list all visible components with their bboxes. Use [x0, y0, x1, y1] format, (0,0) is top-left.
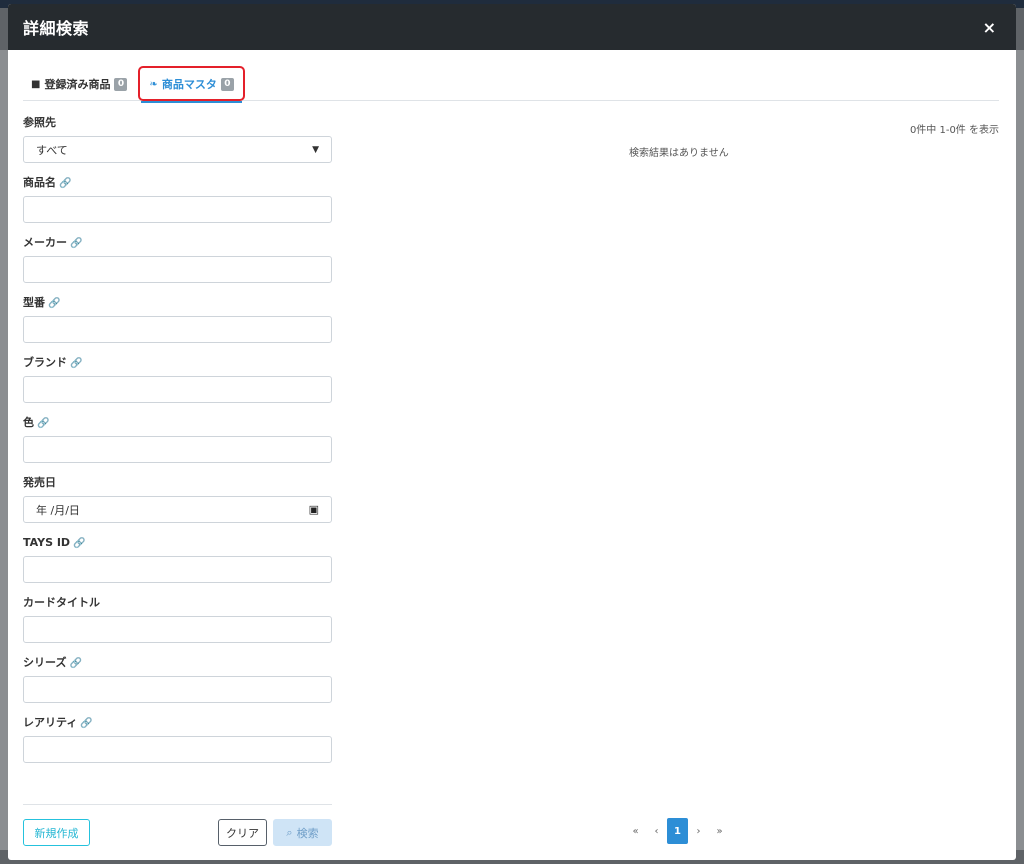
color-input[interactable] — [23, 436, 332, 463]
page-first[interactable]: « — [625, 818, 646, 844]
modal-header: 詳細検索 × — [8, 4, 1016, 50]
field-label: 色 🔗 — [23, 416, 50, 429]
link-icon: 🔗 — [70, 238, 83, 249]
select-value: すべて — [36, 143, 68, 157]
advanced-search-modal: 詳細検索 × ■ 登録済み商品 0 ❧ 商品マスタ 0 参照先 すべて ▼ 商品… — [8, 4, 1016, 860]
field-rarity: レアリティ 🔗 — [23, 714, 332, 774]
date-placeholder: 年 /月/日 — [36, 503, 80, 517]
page-current[interactable]: 1 — [667, 818, 688, 844]
form-footer: 新規作成 クリア ⌕ 検索 — [23, 804, 332, 846]
tab-label: 登録済み商品 — [44, 78, 111, 91]
link-icon: 🔗 — [80, 718, 93, 729]
maker-input[interactable] — [23, 256, 332, 283]
tab-bar: ■ 登録済み商品 0 ❧ 商品マスタ 0 — [23, 66, 999, 103]
link-icon: 🔗 — [70, 358, 83, 369]
release-date-input[interactable]: 年 /月/日 ▣ — [23, 496, 332, 523]
link-icon: 🔗 — [73, 538, 86, 549]
link-icon: 🔗 — [48, 298, 61, 309]
backdrop-left — [0, 50, 8, 850]
field-label: レアリティ 🔗 — [23, 716, 93, 729]
count-badge: 0 — [114, 77, 128, 91]
link-icon: 🔗 — [37, 418, 50, 429]
close-button[interactable]: × — [983, 18, 996, 37]
page-prev[interactable]: ‹ — [646, 818, 667, 844]
field-brand: ブランド 🔗 — [23, 354, 332, 414]
field-label: 商品名 🔗 — [23, 176, 72, 189]
link-icon: 🔗 — [59, 178, 72, 189]
field-label: ブランド 🔗 — [23, 356, 83, 369]
empty-results-message: 検索結果はありません — [629, 148, 729, 159]
modal-title: 詳細検索 — [23, 19, 90, 38]
field-color: 色 🔗 — [23, 414, 332, 474]
field-label: 型番 🔗 — [23, 296, 61, 309]
field-release-date: 発売日 年 /月/日 ▣ — [23, 474, 332, 534]
chevron-down-icon: ▼ — [312, 144, 319, 155]
model-input[interactable] — [23, 316, 332, 343]
field-model: 型番 🔗 — [23, 294, 332, 354]
series-input[interactable] — [23, 676, 332, 703]
rarity-input[interactable] — [23, 736, 332, 763]
calendar-icon[interactable]: ▣ — [309, 503, 319, 516]
selection-highlight — [138, 66, 245, 101]
field-product-name: 商品名 🔗 — [23, 174, 332, 234]
search-icon: ⌕ — [286, 825, 293, 839]
field-label: TAYS ID 🔗 — [23, 536, 86, 549]
results-count: 0件中 1-0件 を表示 — [909, 125, 999, 136]
backdrop-right — [1016, 50, 1024, 850]
tab-product-master[interactable]: ❧ 商品マスタ 0 — [138, 66, 245, 103]
page-next[interactable]: › — [688, 818, 709, 844]
field-label: カードタイトル — [23, 596, 100, 609]
field-reference: 参照先 すべて ▼ — [23, 114, 332, 174]
search-button-label: 検索 — [296, 826, 319, 840]
field-label: 発売日 — [23, 476, 56, 489]
product-name-input[interactable] — [23, 196, 332, 223]
search-button[interactable]: ⌕ 検索 — [273, 819, 332, 846]
field-label: 参照先 — [23, 116, 56, 129]
link-icon: 🔗 — [69, 658, 82, 669]
field-card-title: カードタイトル — [23, 594, 332, 654]
field-label: メーカー 🔗 — [23, 236, 83, 249]
page-last[interactable]: » — [709, 818, 730, 844]
field-tays-id: TAYS ID 🔗 — [23, 534, 332, 594]
search-form: 参照先 すべて ▼ 商品名 🔗 メーカー 🔗 型番 🔗 ブランド 🔗 色 🔗 発… — [23, 114, 332, 774]
new-button[interactable]: 新規作成 — [23, 819, 90, 846]
reference-select[interactable]: すべて ▼ — [23, 136, 332, 163]
brand-input[interactable] — [23, 376, 332, 403]
tab-registered-products[interactable]: ■ 登録済み商品 0 — [23, 68, 135, 100]
field-maker: メーカー 🔗 — [23, 234, 332, 294]
cube-icon: ■ — [31, 78, 41, 90]
pagination: « ‹ 1 › » — [625, 818, 730, 844]
card-title-input[interactable] — [23, 616, 332, 643]
field-label: シリーズ 🔗 — [23, 656, 82, 669]
field-series: シリーズ 🔗 — [23, 654, 332, 714]
clear-button[interactable]: クリア — [218, 819, 267, 846]
tays-id-input[interactable] — [23, 556, 332, 583]
